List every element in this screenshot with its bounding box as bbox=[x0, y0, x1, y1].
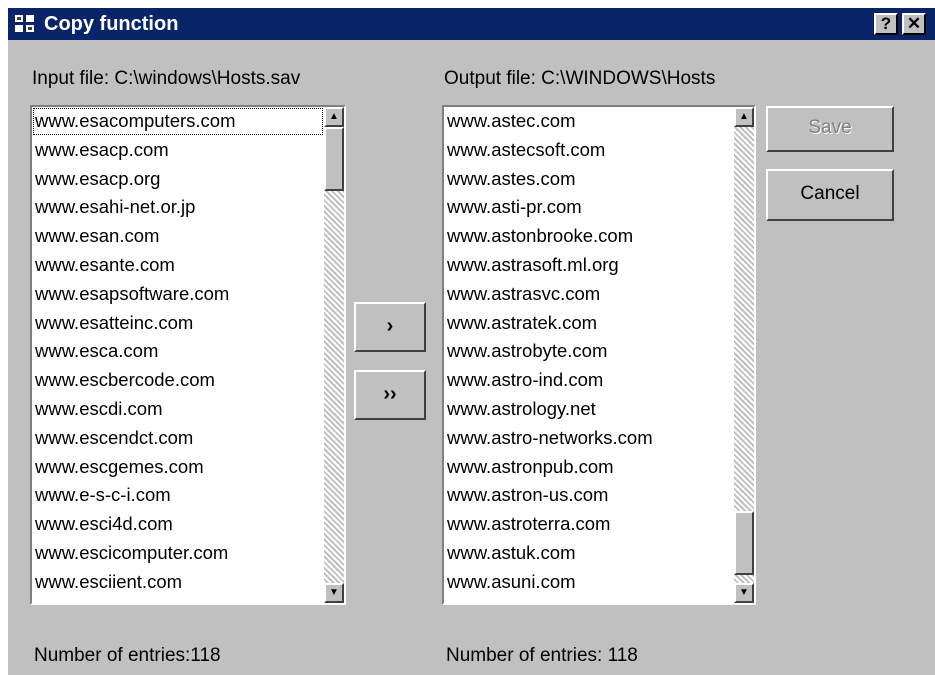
output-file-label: Output file: C:\WINDOWS\Hosts bbox=[444, 68, 716, 89]
output-list-items: www.astec.com www.astecsoft.com www.astes.… bbox=[444, 107, 734, 603]
list-item[interactable]: www.astonbrooke.com bbox=[444, 222, 734, 251]
input-scrollbar[interactable]: ▲ ▼ bbox=[324, 107, 344, 603]
copy-selected-button[interactable]: › bbox=[354, 302, 426, 352]
list-item[interactable]: www.esan.com bbox=[32, 222, 324, 251]
list-item[interactable]: www.esacp.com bbox=[32, 136, 324, 165]
list-item[interactable]: www.astrasoft.ml.org bbox=[444, 251, 734, 280]
copy-all-button[interactable]: ›› bbox=[354, 370, 426, 420]
input-scroll-thumb[interactable] bbox=[324, 127, 344, 191]
list-item[interactable]: www.astec.com bbox=[444, 107, 734, 136]
list-item[interactable]: www.escdi.com bbox=[32, 395, 324, 424]
list-item[interactable]: www.astro-ind.com bbox=[444, 366, 734, 395]
scroll-down-icon[interactable]: ▼ bbox=[734, 583, 754, 603]
save-button[interactable]: Save bbox=[766, 106, 894, 152]
list-item[interactable]: www.escgemes.com bbox=[32, 453, 324, 482]
list-item[interactable]: www.astratek.com bbox=[444, 309, 734, 338]
list-item[interactable]: www.astron-us.com bbox=[444, 481, 734, 510]
input-entry-count: Number of entries:118 bbox=[34, 645, 221, 666]
list-item[interactable]: www.esca.com bbox=[32, 337, 324, 366]
output-scroll-thumb[interactable] bbox=[734, 511, 754, 575]
list-item[interactable]: www.astronpub.com bbox=[444, 453, 734, 482]
window-title: Copy function bbox=[44, 13, 179, 35]
list-item[interactable]: www.astroterra.com bbox=[444, 510, 734, 539]
top-cropped-strip bbox=[0, 0, 935, 8]
list-item[interactable]: www.esatteinc.com bbox=[32, 309, 324, 338]
list-item[interactable]: www.escendct.com bbox=[32, 424, 324, 453]
scroll-up-icon[interactable]: ▲ bbox=[734, 107, 754, 127]
input-file-label: Input file: C:\windows\Hosts.sav bbox=[32, 68, 301, 89]
input-list[interactable]: www.esacomputers.com www.esacp.com www.esa… bbox=[30, 105, 346, 605]
output-entry-count: Number of entries: 118 bbox=[446, 645, 638, 666]
help-button[interactable]: ? bbox=[874, 13, 898, 35]
list-item[interactable]: www.esciient.com bbox=[32, 568, 324, 597]
list-item[interactable]: www.esante.com bbox=[32, 251, 324, 280]
list-item[interactable]: www.astes.com bbox=[444, 165, 734, 194]
app-icon bbox=[15, 15, 34, 32]
title-bar: Copy function ? ✕ bbox=[8, 8, 935, 40]
scroll-up-icon[interactable]: ▲ bbox=[324, 107, 344, 127]
copy-function-dialog: Copy function ? ✕ Input file: C:\windows… bbox=[8, 8, 935, 675]
list-item[interactable]: www.astecsoft.com bbox=[444, 136, 734, 165]
output-list[interactable]: www.astec.com www.astecsoft.com www.astes.… bbox=[442, 105, 756, 605]
list-item[interactable]: www.astrobyte.com bbox=[444, 337, 734, 366]
list-item[interactable]: www.e-s-c-i.com bbox=[32, 481, 324, 510]
list-item[interactable]: www.astrasvc.com bbox=[444, 280, 734, 309]
input-list-items: www.esacomputers.com www.esacp.com www.esa… bbox=[32, 107, 324, 603]
list-item[interactable]: www.asuni.com bbox=[444, 568, 734, 597]
list-item[interactable]: www.esacomputers.com bbox=[32, 107, 324, 136]
output-scrollbar[interactable]: ▲ ▼ bbox=[734, 107, 754, 603]
list-item[interactable]: www.astro-networks.com bbox=[444, 424, 734, 453]
scroll-down-icon[interactable]: ▼ bbox=[324, 583, 344, 603]
list-item[interactable]: www.escbercode.com bbox=[32, 366, 324, 395]
list-item[interactable]: www.astrology.net bbox=[444, 395, 734, 424]
list-item[interactable]: www.escicomputer.com bbox=[32, 539, 324, 568]
list-item[interactable]: www.esahi-net.or.jp bbox=[32, 193, 324, 222]
list-item[interactable]: www.astuk.com bbox=[444, 539, 734, 568]
list-item[interactable]: www.esacp.org bbox=[32, 165, 324, 194]
list-item[interactable]: www.asti-pr.com bbox=[444, 193, 734, 222]
list-item[interactable]: www.esci4d.com bbox=[32, 510, 324, 539]
cancel-button[interactable]: Cancel bbox=[766, 169, 894, 221]
list-item[interactable]: www.esapsoftware.com bbox=[32, 280, 324, 309]
close-button[interactable]: ✕ bbox=[902, 13, 926, 35]
